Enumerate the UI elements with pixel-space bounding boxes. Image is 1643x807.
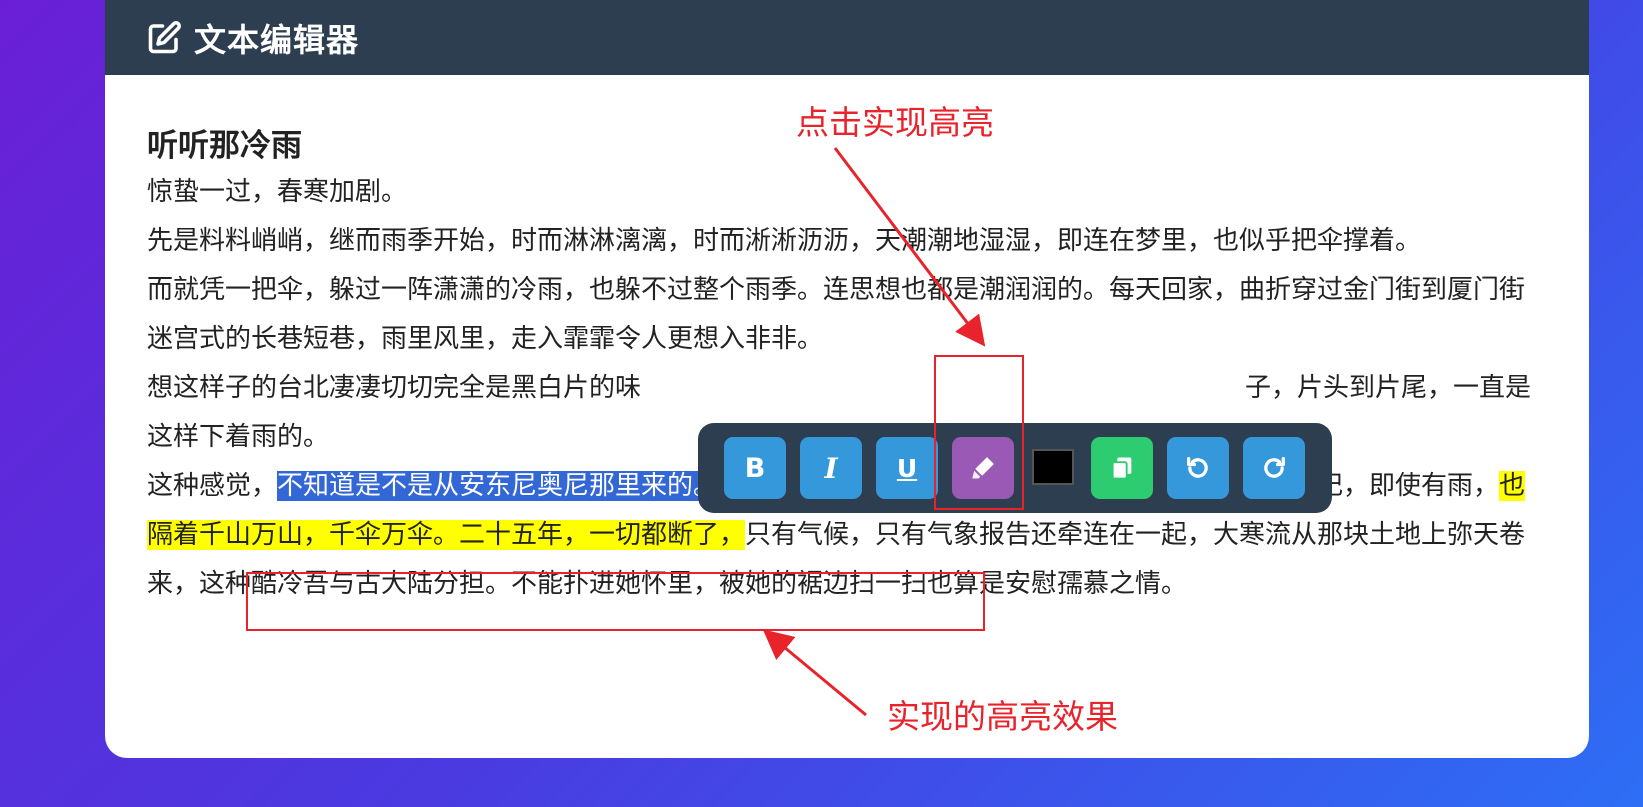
paragraph-1: 惊蛰一过，春寒加剧。 (147, 177, 408, 207)
edit-icon (146, 20, 182, 56)
copy-icon (1108, 454, 1136, 482)
bold-button[interactable]: B (724, 437, 786, 499)
editor-header: 文本编辑器 (105, 0, 1589, 75)
undo-button[interactable] (1167, 437, 1229, 499)
copy-button[interactable] (1091, 437, 1153, 499)
paragraph-2: 先是料料峭峭，继而雨季开始，时而淋淋漓漓，时而淅淅沥沥，天潮潮地湿湿，即连在梦里… (147, 226, 1422, 256)
italic-button[interactable]: I (800, 437, 862, 499)
editor-content[interactable]: 听听那冷雨 惊蛰一过，春寒加剧。 先是料料峭峭，继而雨季开始，时而淋淋漓漓，时而… (147, 118, 1547, 609)
redo-button[interactable] (1243, 437, 1305, 499)
editor-title: 文本编辑器 (194, 20, 360, 59)
underline-label: U (896, 453, 918, 483)
italic-label: I (824, 451, 838, 485)
annotation-bottom-note: 实现的高亮效果 (887, 697, 1118, 736)
bold-label: B (744, 452, 766, 484)
paragraph-5-before: 这种感觉， (147, 471, 278, 501)
redo-icon (1260, 454, 1288, 482)
annotation-top-note: 点击实现高亮 (796, 103, 994, 142)
annotation-box-highlight-button (934, 355, 1024, 510)
undo-icon (1184, 454, 1212, 482)
paragraph-3: 而就凭一把伞，躲过一阵潇潇的冷雨，也躲不过整个雨季。连思想也都是潮润润的。每天回… (147, 275, 1526, 354)
paragraph-4-start: 想这样子的台北凄凄切切完全是黑白片的味 (147, 373, 642, 403)
annotation-box-highlighted-text (246, 572, 985, 631)
underline-button[interactable]: U (876, 437, 938, 499)
text-color-picker[interactable] (1032, 449, 1074, 485)
